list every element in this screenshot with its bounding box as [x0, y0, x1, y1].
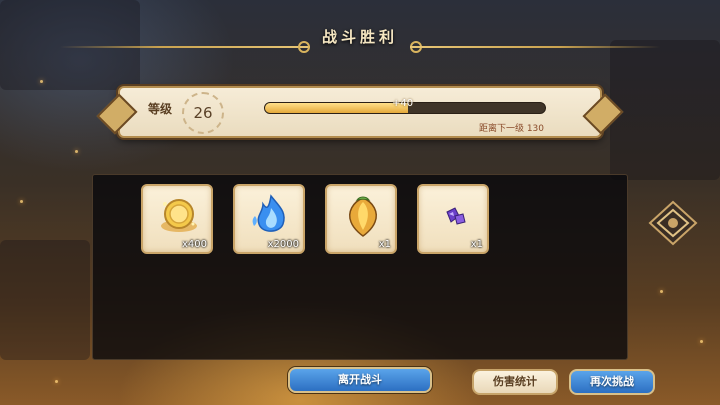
- damage-stats-button[interactable]: 伤害统计: [472, 369, 558, 395]
- title-divider-right: [410, 46, 660, 48]
- light-mote: [40, 80, 43, 83]
- rewards-panel: x400 x2000 x1 x1: [92, 174, 628, 360]
- level-panel: 等级 26 +40 距离下一级 130: [118, 86, 602, 138]
- level-label: 等级: [148, 102, 173, 116]
- reward-item[interactable]: x400: [141, 184, 213, 254]
- golden-seed-icon: [349, 196, 377, 237]
- blue-flame-icon: [252, 194, 285, 232]
- reward-item[interactable]: x2000: [233, 184, 305, 254]
- title-banner: 战斗胜利: [0, 0, 720, 60]
- side-ornament-icon: [648, 200, 698, 246]
- experience-bar-fill: [265, 103, 408, 113]
- reward-quantity: x2000: [267, 239, 299, 250]
- reward-item[interactable]: x1: [417, 184, 489, 254]
- background-scrolls: [610, 40, 720, 180]
- page-title: 战斗胜利: [321, 28, 398, 46]
- light-mote: [700, 340, 703, 343]
- reward-quantity: x1: [470, 239, 483, 250]
- next-level-text: 距离下一级 130: [478, 124, 544, 134]
- background-books: [0, 240, 90, 360]
- light-mote: [660, 290, 663, 293]
- reward-item[interactable]: x1: [325, 184, 397, 254]
- light-mote: [55, 380, 58, 383]
- retry-button[interactable]: 再次挑战: [569, 369, 655, 395]
- leave-battle-button[interactable]: 离开战斗: [288, 367, 432, 393]
- light-mote: [75, 150, 78, 153]
- reward-quantity: x400: [181, 239, 207, 250]
- level-value: 26: [193, 104, 213, 122]
- light-mote: [20, 200, 23, 203]
- reward-quantity: x1: [378, 239, 391, 250]
- gold-coin-icon: [161, 199, 197, 232]
- battle-victory-screen: 战斗胜利 等级 26 +40 距离下一级 130 x400 x2000 x1 x…: [0, 0, 720, 405]
- experience-gain: +40: [392, 98, 414, 109]
- purple-gem-icon: [446, 207, 466, 225]
